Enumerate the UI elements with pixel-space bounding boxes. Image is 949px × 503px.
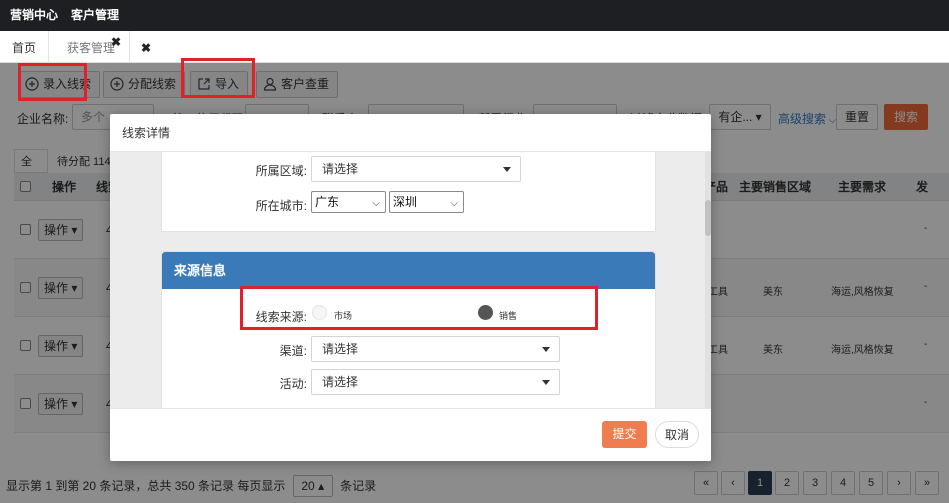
activity-select[interactable]: 请选择 xyxy=(311,369,560,395)
modal-body: 所属区域: 请选择 所在城市: 广东 ⌵ 深圳 ⌵ 来源信息 线索来源: 市场 … xyxy=(110,152,711,408)
activity-select-value: 请选择 xyxy=(322,375,359,389)
source-radio-sales[interactable] xyxy=(478,305,493,320)
source-info-card: 来源信息 线索来源: 市场 销售 渠道: 请选择 活动: 请选择 xyxy=(161,251,656,408)
modal-scroll-thumb[interactable] xyxy=(705,200,711,236)
caret-down-icon xyxy=(503,167,511,172)
lead-source-label: 线索来源: xyxy=(255,310,307,324)
source-info-header: 来源信息 xyxy=(162,252,655,289)
nav-customer-management[interactable]: 客户管理 xyxy=(71,0,119,31)
submit-button[interactable]: 提交 xyxy=(602,421,647,448)
modal-footer: 提交 取消 xyxy=(110,408,711,461)
tab-lead-acquisition-label: 获客管理 xyxy=(67,41,116,55)
source-option-market-label: 市场 xyxy=(334,311,353,321)
city-value: 深圳 xyxy=(393,195,418,209)
source-option-sales-label: 销售 xyxy=(499,311,518,321)
location-card: 所属区域: 请选择 所在城市: 广东 ⌵ 深圳 ⌵ xyxy=(161,152,656,232)
caret-down-icon xyxy=(542,347,550,352)
activity-label: 活动: xyxy=(279,377,307,391)
modal-scrollbar[interactable] xyxy=(705,152,711,408)
cancel-button[interactable]: 取消 xyxy=(655,421,699,448)
region-select-value: 请选择 xyxy=(322,162,359,176)
chevron-down-icon: ⌵ xyxy=(372,198,380,209)
modal-title: 线索详情 xyxy=(110,114,711,152)
region-label: 所属区域: xyxy=(255,164,307,178)
channel-label: 渠道: xyxy=(279,344,307,358)
city-select[interactable]: 深圳 ⌵ xyxy=(389,191,464,213)
close-all-tabs-icon[interactable]: ✖ xyxy=(128,31,164,63)
lead-detail-modal: 线索详情 所属区域: 请选择 所在城市: 广东 ⌵ 深圳 ⌵ 来源信息 线索来源… xyxy=(110,114,711,461)
tab-home[interactable]: 首页 xyxy=(0,31,50,63)
tab-bar: 首页 获客管理 ✖ ✖ xyxy=(0,31,949,63)
channel-select-value: 请选择 xyxy=(322,342,359,356)
region-select[interactable]: 请选择 xyxy=(311,156,521,182)
top-navbar: 营销中心 客户管理 xyxy=(0,0,949,31)
nav-marketing-center[interactable]: 营销中心 xyxy=(10,0,58,31)
city-label: 所在城市: xyxy=(255,199,307,213)
chevron-down-icon: ⌵ xyxy=(450,198,458,209)
channel-select[interactable]: 请选择 xyxy=(311,336,560,362)
tab-close-icon[interactable]: ✖ xyxy=(111,35,121,49)
tab-home-label: 首页 xyxy=(12,41,37,55)
caret-down-icon xyxy=(542,380,550,385)
province-value: 广东 xyxy=(315,195,340,209)
province-select[interactable]: 广东 ⌵ xyxy=(311,191,386,213)
source-radio-market[interactable] xyxy=(312,305,327,320)
